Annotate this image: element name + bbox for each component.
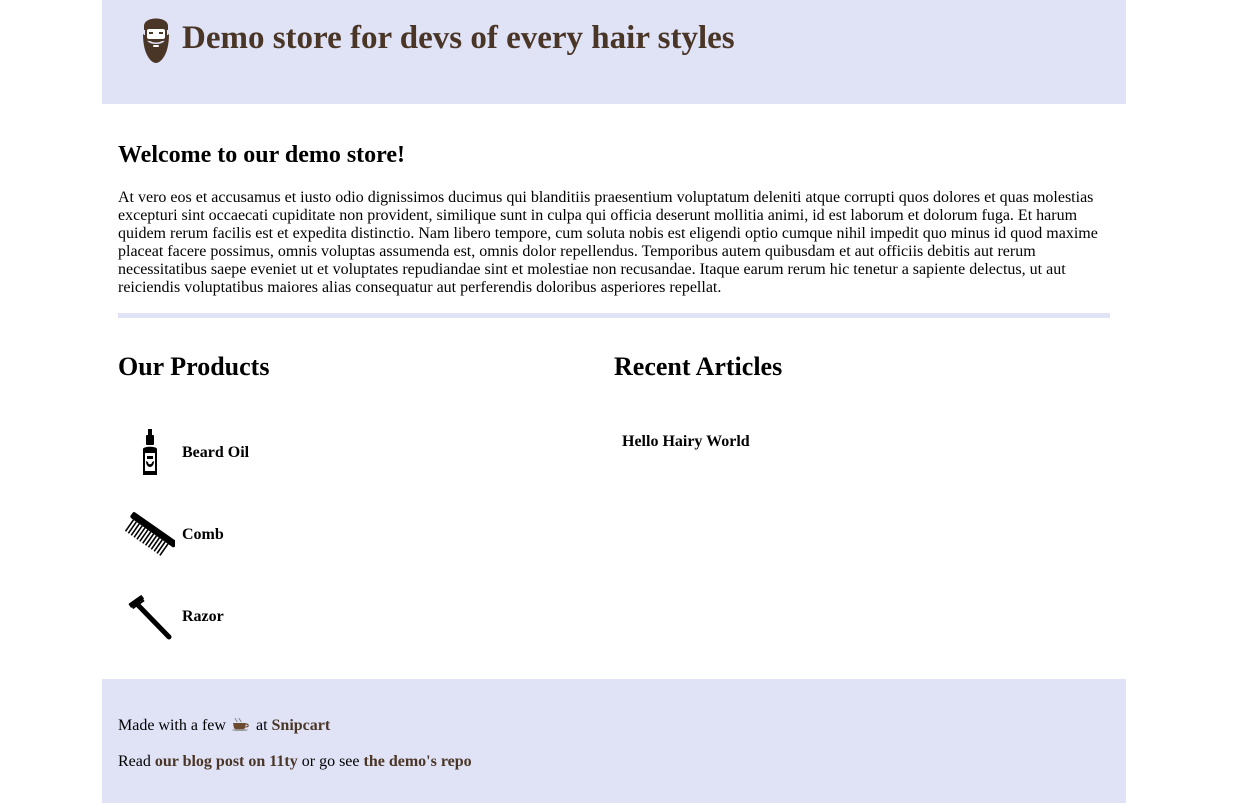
articles-title: Recent Articles [614,352,783,381]
footer-middle-text: or go see [301,753,360,770]
footer-credit-middle: at [255,717,268,734]
product-item-beard-oil[interactable]: Beard Oil [118,412,249,494]
product-link-razor[interactable]: Razor [182,608,224,626]
section-divider [118,313,1110,318]
razor-icon [118,587,182,647]
intro-paragraph: At vero eos et accusamus et iusto odio d… [118,189,1098,296]
article-item: Hello Hairy World [622,412,750,472]
article-list: Hello Hairy World [622,412,750,472]
product-link-comb[interactable]: Comb [182,526,224,544]
footer-read-prefix: Read [118,753,151,770]
beard-oil-bottle-icon [118,423,182,483]
comb-icon [118,505,182,565]
product-list: Beard Oil Comb Razor [118,412,249,658]
product-item-comb[interactable]: Comb [118,494,249,576]
brand-home-link[interactable]: Demo store for devs of every hair styles [140,12,735,64]
site-title: Demo store for devs of every hair styles [182,19,735,56]
footer-links: Read our blog post on 11ty or go see the… [118,753,472,771]
products-title: Our Products [118,352,270,381]
product-link-beard-oil[interactable]: Beard Oil [182,444,249,462]
demo-repo-link[interactable]: the demo's repo [364,753,472,770]
blog-post-link[interactable]: our blog post on 11ty [155,753,298,770]
site-footer: Made with a few at Snipcart Read our blo… [102,679,1126,803]
footer-credit-prefix: Made with a few [118,717,226,734]
snipcart-link[interactable]: Snipcart [272,717,331,734]
product-item-razor[interactable]: Razor [118,576,249,658]
site-header: Demo store for devs of every hair styles [102,0,1126,104]
coffee-icon [231,717,250,736]
page: Demo store for devs of every hair styles… [102,0,1126,803]
footer-credit: Made with a few at Snipcart [118,717,330,736]
article-link-hello-hairy-world[interactable]: Hello Hairy World [622,433,750,451]
welcome-title: Welcome to our demo store! [118,142,406,168]
bearded-man-icon [140,12,172,64]
